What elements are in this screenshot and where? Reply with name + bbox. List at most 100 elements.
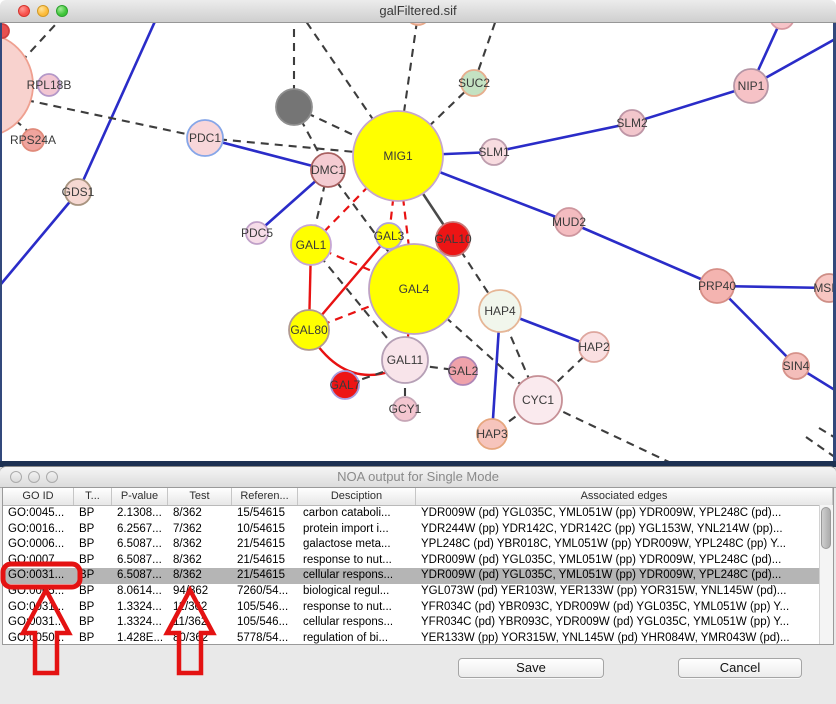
noa-window-title: NOA output for Single Mode: [0, 467, 836, 487]
column-header-t[interactable]: T...: [74, 488, 112, 505]
column-header-test[interactable]: Test: [168, 488, 232, 505]
cell: 1.3324...: [112, 600, 168, 616]
table-body: GO:0045...BP2.1308...8/36215/54615carbon…: [3, 506, 833, 645]
cell: 6.5087...: [112, 553, 168, 569]
table-row[interactable]: GO:0006...BP6.5087...8/36221/54615galact…: [3, 537, 833, 553]
cell: GO:0031...: [3, 568, 74, 584]
cell: 5778/54...: [232, 631, 298, 645]
node-label-gal1: GAL1: [296, 238, 327, 252]
cell: GO:0050...: [3, 631, 74, 645]
edge-blue[interactable]: [569, 222, 717, 286]
cell: YFR034C (pd) YBR093C, YDR009W (pd) YGL03…: [416, 615, 833, 631]
cell: 2.1308...: [112, 506, 168, 522]
edge-blue[interactable]: [78, 23, 161, 192]
cell: GO:0016...: [3, 522, 74, 538]
node-label-prp40: PRP40: [698, 279, 736, 293]
node-label-gal3: GAL3: [374, 229, 405, 243]
cell: YPL248C (pd) YBR018C, YML051W (pp) YDR00…: [416, 537, 833, 553]
cell: 6.5087...: [112, 537, 168, 553]
network-graph[interactable]: RPL18BRPS24AGDS1PDC1DMC1MIG1PDC5GAL1GAL3…: [2, 23, 836, 461]
cell: regulation of bi...: [298, 631, 416, 645]
cell: YDR244W (pp) YDR142C, YDR142C (pp) YGL15…: [416, 522, 833, 538]
cell: cellular respons...: [298, 615, 416, 631]
window-title: galFiltered.sif: [0, 0, 836, 22]
cell: 8/362: [168, 553, 232, 569]
cell: 11/362: [168, 600, 232, 616]
node-corner-red[interactable]: [2, 24, 9, 38]
cell: BP: [74, 568, 112, 584]
column-header-associatededges[interactable]: Associated edges: [416, 488, 833, 505]
cell: 11/362: [168, 615, 232, 631]
cell: 1.3324...: [112, 615, 168, 631]
node-label-sin4: SIN4: [783, 359, 810, 373]
cell: 6.5087...: [112, 568, 168, 584]
node-label-suc2: SUC2: [458, 76, 490, 90]
node-label-dmc1: DMC1: [311, 163, 345, 177]
cell: GO:0045...: [3, 506, 74, 522]
node-label-gal2: GAL2: [448, 364, 479, 378]
node-gray-node[interactable]: [276, 89, 312, 125]
cell: 8/362: [168, 568, 232, 584]
cell: galactose meta...: [298, 537, 416, 553]
cell: GO:0065...: [3, 584, 74, 600]
cell: carbon cataboli...: [298, 506, 416, 522]
cell: 7260/54...: [232, 584, 298, 600]
save-button[interactable]: Save: [458, 658, 604, 678]
cell: 8/362: [168, 506, 232, 522]
node-top-cut[interactable]: [406, 23, 430, 25]
edge-gdash[interactable]: [21, 23, 67, 62]
edge-blue[interactable]: [494, 123, 632, 152]
cell: 8/362: [168, 537, 232, 553]
column-header-goid[interactable]: GO ID: [3, 488, 74, 505]
table-row[interactable]: GO:0031...BP1.3324...11/362105/546...cel…: [3, 615, 833, 631]
node-label-gal11: GAL11: [387, 353, 424, 367]
cell: GO:0031...: [3, 600, 74, 616]
cell: GO:0007...: [3, 553, 74, 569]
cell: BP: [74, 631, 112, 645]
node-label-rps24a: RPS24A: [10, 133, 56, 147]
scrollbar-thumb[interactable]: [821, 507, 831, 549]
node-label-cyc1: CYC1: [522, 393, 554, 407]
cell: 94/362: [168, 584, 232, 600]
galfiltered-titlebar[interactable]: galFiltered.sif: [0, 0, 836, 23]
cell: 105/546...: [232, 600, 298, 616]
cancel-button[interactable]: Cancel: [678, 658, 802, 678]
column-header-referen[interactable]: Referen...: [232, 488, 298, 505]
edge-blue[interactable]: [632, 86, 751, 123]
column-header-pvalue[interactable]: P-value: [112, 488, 168, 505]
cell: BP: [74, 615, 112, 631]
cell: BP: [74, 537, 112, 553]
table-row[interactable]: GO:0045...BP2.1308...8/36215/54615carbon…: [3, 506, 833, 522]
node-label-gal4: GAL4: [399, 282, 430, 296]
vertical-scrollbar[interactable]: [819, 505, 833, 644]
table-row[interactable]: GO:0031...BP6.5087...8/36221/54615cellul…: [3, 568, 833, 584]
cell: response to nut...: [298, 553, 416, 569]
cell: 8.0614...: [112, 584, 168, 600]
cell: 7/362: [168, 522, 232, 538]
edge-blue[interactable]: [2, 192, 78, 290]
cell: YFR034C (pd) YBR093C, YDR009W (pd) YGL03…: [416, 600, 833, 616]
cell: 21/54615: [232, 537, 298, 553]
cell: GO:0006...: [3, 537, 74, 553]
node-label-gal10: GAL10: [434, 232, 472, 246]
cell: YDR009W (pd) YGL035C, YML051W (pp) YDR00…: [416, 553, 833, 569]
node-label-gal80: GAL80: [290, 323, 328, 337]
table-row[interactable]: GO:0031...BP1.3324...11/362105/546...res…: [3, 600, 833, 616]
cell: 1.428E...: [112, 631, 168, 645]
network-canvas[interactable]: RPL18BRPS24AGDS1PDC1DMC1MIG1PDC5GAL1GAL3…: [0, 23, 836, 461]
node-label-mud2: MUD2: [552, 215, 586, 229]
table-row[interactable]: GO:0007...BP6.5087...8/36221/54615respon…: [3, 553, 833, 569]
edge-gdash[interactable]: [806, 437, 836, 461]
table-row[interactable]: GO:0065...BP8.0614...94/3627260/54...bio…: [3, 584, 833, 600]
table-row[interactable]: GO:0016...BP6.2567...7/36210/54615protei…: [3, 522, 833, 538]
cell: YGL073W (pd) YER103W, YER133W (pp) YOR31…: [416, 584, 833, 600]
cell: YDR009W (pd) YGL035C, YML051W (pp) YDR00…: [416, 506, 833, 522]
node-label-slm1: SLM1: [478, 145, 510, 159]
node-topright-cut[interactable]: [770, 23, 794, 29]
cell: protein import i...: [298, 522, 416, 538]
node-label-gcy1: GCY1: [389, 402, 422, 416]
cell: 105/546...: [232, 615, 298, 631]
table-row[interactable]: GO:0050...BP1.428E...80/3625778/54...reg…: [3, 631, 833, 645]
column-header-desciption[interactable]: Desciption: [298, 488, 416, 505]
table-header-row: GO IDT...P-valueTestReferen...Desciption…: [3, 488, 833, 506]
